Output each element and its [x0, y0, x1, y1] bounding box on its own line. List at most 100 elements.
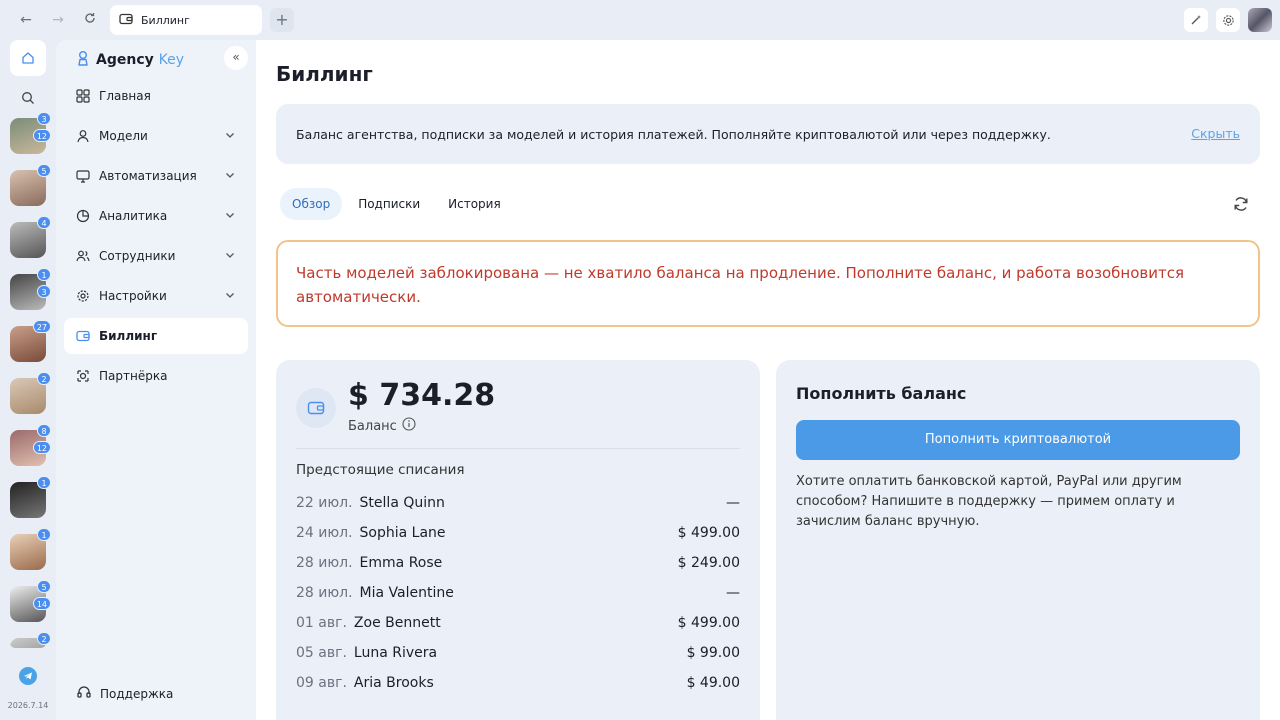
logo-icon	[76, 50, 90, 70]
sidebar-item-3[interactable]: Автоматизация	[64, 158, 248, 194]
charge-row[interactable]: 24 июл. Sophia Lane $ 499.00	[296, 518, 740, 548]
charge-model-name: Emma Rose	[359, 555, 443, 571]
wallet-icon	[296, 388, 336, 428]
sidebar-item-4[interactable]: Аналитика	[64, 198, 248, 234]
charge-amount: —	[726, 585, 740, 601]
model-avatar-badges: 13	[10, 268, 51, 310]
notification-badge: 3	[37, 112, 51, 125]
chevron-down-icon[interactable]	[224, 169, 236, 184]
charge-row[interactable]: 28 июл. Mia Valentine —	[296, 578, 740, 608]
charge-date: 01 авг.	[296, 615, 347, 631]
notification-badge: 8	[37, 424, 51, 437]
chevron-down-icon[interactable]	[224, 209, 236, 224]
notification-badge: 2	[37, 632, 51, 645]
charge-model-name: Mia Valentine	[359, 585, 454, 601]
charge-row[interactable]: 22 июл. Stella Quinn —	[296, 488, 740, 518]
charge-row[interactable]: 01 авг. Zoe Bennett $ 499.00	[296, 608, 740, 638]
support-link[interactable]: Поддержка	[76, 684, 173, 703]
sidebar-item-label: Аналитика	[99, 209, 168, 223]
sidebar-item-label: Автоматизация	[99, 169, 197, 183]
charge-model-name: Aria Brooks	[353, 675, 434, 691]
notification-badge: 1	[37, 528, 51, 541]
model-avatar-badges: 1	[10, 528, 51, 570]
charge-row[interactable]: 05 авг. Luna Rivera $ 99.00	[296, 638, 740, 668]
collapse-sidebar-button[interactable]: «	[224, 46, 248, 70]
chevron-down-icon[interactable]	[224, 129, 236, 144]
balance-label-text: Баланс	[348, 418, 397, 434]
sidebar-item-label: Биллинг	[99, 329, 158, 343]
topup-crypto-button[interactable]: Пополнить криптовалютой	[796, 420, 1240, 460]
reload-icon[interactable]	[80, 10, 100, 30]
back-arrow-icon[interactable]: ←	[16, 10, 36, 30]
home-icon[interactable]	[10, 40, 46, 76]
charge-model-name: Zoe Bennett	[353, 615, 441, 631]
chevron-down-icon[interactable]	[224, 289, 236, 304]
model-avatar-badges: 8 12	[10, 424, 51, 466]
charge-model-name: Sophia Lane	[359, 525, 446, 541]
charge-amount: $ 249.00	[677, 555, 740, 571]
page-title: Биллинг	[276, 62, 373, 86]
topup-card: Пополнить баланс Пополнить криптовалютой…	[776, 360, 1260, 720]
notification-badge: 12	[32, 441, 51, 454]
user-avatar[interactable]	[1248, 8, 1272, 32]
sidebar-item-label: Главная	[99, 89, 151, 103]
browser-toolbar: ← → Биллинг +	[0, 0, 1280, 40]
logo-text: Agency	[96, 52, 154, 68]
notification-badge: 5	[37, 164, 51, 177]
info-icon[interactable]	[402, 417, 416, 435]
charge-date: 28 июл.	[296, 585, 353, 601]
sidebar-item-7[interactable]: Биллинг	[64, 318, 248, 354]
tab-overview[interactable]: Обзор	[280, 188, 343, 220]
divider	[296, 448, 740, 449]
notification-badge: 12	[32, 129, 51, 142]
chevron-down-icon[interactable]	[224, 249, 236, 264]
search-icon[interactable]	[18, 88, 38, 108]
sidebar-item-label: Партнёрка	[99, 369, 168, 383]
charge-date: 05 авг.	[296, 645, 347, 661]
grid-icon	[76, 89, 90, 103]
sidebar-item-label: Сотрудники	[99, 249, 176, 263]
refresh-icon[interactable]	[1232, 195, 1250, 213]
forward-arrow-icon[interactable]: →	[48, 10, 68, 30]
charge-date: 22 июл.	[296, 495, 353, 511]
tab-history[interactable]: История	[436, 188, 513, 220]
topup-note: Хотите оплатить банковской картой, PayPa…	[796, 474, 1182, 529]
staff-icon	[76, 249, 90, 263]
charge-amount: —	[726, 495, 740, 511]
sidebar-item-8[interactable]: Партнёрка	[64, 358, 248, 394]
sidebar-item-5[interactable]: Сотрудники	[64, 238, 248, 274]
model-avatar-badges: 2	[10, 372, 51, 414]
telegram-icon[interactable]	[19, 667, 37, 685]
new-tab-button[interactable]: +	[270, 8, 294, 32]
blocked-models-alert: Часть моделей заблокирована — не хватило…	[276, 240, 1260, 327]
app-version: 2026.7.14	[7, 701, 49, 710]
sidebar-item-1[interactable]: Главная	[64, 78, 248, 114]
browser-tab[interactable]: Биллинг	[110, 5, 262, 35]
charge-model-name: Luna Rivera	[353, 645, 438, 661]
gear-icon	[76, 289, 90, 303]
notification-badge: 4	[37, 216, 51, 229]
browser-tab-title: Биллинг	[141, 13, 190, 27]
sidebar-item-2[interactable]: Модели	[64, 118, 248, 154]
notification-badge: 27	[32, 320, 51, 333]
support-label: Поддержка	[100, 686, 174, 701]
model-avatar-badges: 4	[10, 216, 51, 258]
tab-subscriptions[interactable]: Подписки	[346, 188, 432, 220]
notification-badge: 1	[37, 476, 51, 489]
charge-date: 09 авг.	[296, 675, 347, 691]
wallet-icon	[76, 330, 90, 342]
sidebar-item-6[interactable]: Настройки	[64, 278, 248, 314]
charge-row[interactable]: 09 авг. Aria Brooks $ 49.00	[296, 668, 740, 698]
charge-row[interactable]: 28 июл. Emma Rose $ 249.00	[296, 548, 740, 578]
partner-icon	[76, 369, 90, 383]
hide-banner-link[interactable]: Скрыть	[1191, 126, 1240, 141]
sidebar-item-label: Настройки	[99, 289, 167, 303]
analytics-icon	[76, 209, 90, 223]
charge-amount: $ 49.00	[686, 675, 740, 691]
model-avatar-badges: 3 12	[10, 112, 51, 154]
charge-amount: $ 499.00	[677, 525, 740, 541]
magic-wand-icon[interactable]	[1184, 8, 1208, 32]
user-icon	[76, 129, 90, 143]
settings-gear-icon[interactable]	[1216, 8, 1240, 32]
agency-key-logo[interactable]: Agency Key	[76, 50, 184, 70]
